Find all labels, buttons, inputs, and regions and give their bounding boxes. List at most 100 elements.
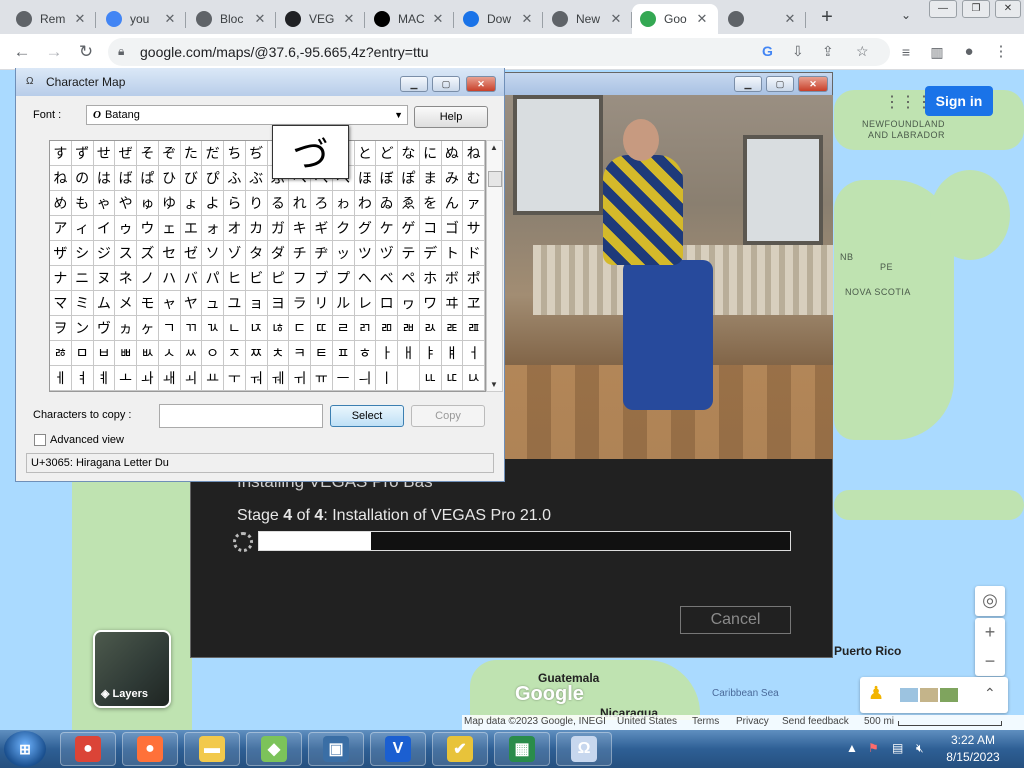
character-cell[interactable]: ㅊ [267,341,290,366]
browser-tab[interactable]: Bloc ✕ [188,4,276,34]
vegas-minimize-button[interactable]: ▁ [734,76,762,92]
close-tab-icon[interactable]: ✕ [430,11,446,27]
character-cell[interactable]: ザ [50,241,72,266]
character-cell[interactable]: タ [245,241,268,266]
character-cell[interactable]: ㄿ [463,316,485,341]
character-cell[interactable]: ㄲ [180,316,203,341]
browser-tab[interactable]: MAC ✕ [366,4,454,34]
character-cell[interactable]: ゴ [441,216,464,241]
character-cell[interactable]: ね [463,141,485,166]
font-select[interactable]: O Batang ▼ [86,105,408,125]
character-cell[interactable]: ㄱ [158,316,181,341]
character-cell[interactable]: ヱ [463,291,485,316]
character-cell[interactable]: ㅑ [419,341,442,366]
bookmark-star-icon[interactable]: ☆ [856,43,869,60]
character-cell[interactable]: ㅔ [50,366,72,391]
character-cell[interactable]: ゑ [398,191,420,216]
character-cell[interactable]: ブ [311,266,333,291]
zoom-in-button[interactable]: + [975,618,1005,647]
character-cell[interactable]: ず [71,141,94,166]
character-cell[interactable]: チ [289,241,311,266]
character-cell[interactable]: ㄴ [224,316,246,341]
terms-link[interactable]: Terms [692,716,719,727]
character-cell[interactable]: ゅ [137,191,159,216]
character-cell[interactable]: ㅎ [354,341,377,366]
character-cell[interactable]: ㅐ [398,341,420,366]
character-cell[interactable]: ヲ [50,316,72,341]
character-cell[interactable]: ヰ [441,291,464,316]
character-cell[interactable]: ひ [158,166,181,191]
privacy-link[interactable]: Privacy [736,716,769,727]
character-cell[interactable]: ㄺ [354,316,377,341]
character-cell[interactable]: ゾ [224,241,246,266]
character-cell[interactable]: ぜ [115,141,137,166]
taskbar-app-vegas[interactable]: V [370,732,426,766]
advanced-view-checkbox[interactable]: Advanced view [34,434,124,446]
character-cell[interactable]: ぶ [245,166,268,191]
charmap-minimize-button[interactable]: ▁ [400,76,428,92]
character-cell[interactable]: ㄵ [245,316,268,341]
taskbar-app-app-network[interactable]: ▦ [494,732,550,766]
character-cell[interactable]: サ [463,216,485,241]
character-cell[interactable]: ヌ [93,266,116,291]
copy-button[interactable]: Copy [411,405,485,427]
character-cell[interactable]: キ [289,216,311,241]
character-cell[interactable]: プ [332,266,355,291]
character-cell[interactable]: ェ [158,216,181,241]
character-cell[interactable]: と [354,141,377,166]
character-cell[interactable]: ボ [441,266,464,291]
back-icon[interactable]: ← [10,40,34,64]
character-cell[interactable]: に [419,141,442,166]
character-cell[interactable]: ㄼ [398,316,420,341]
character-cell[interactable]: ヂ [311,241,333,266]
clock-date[interactable]: 8/15/2023 [945,750,1001,764]
character-cell[interactable]: ぞ [158,141,181,166]
character-cell[interactable]: ぬ [441,141,464,166]
character-cell[interactable]: ア [50,216,72,241]
character-cell[interactable]: ゃ [93,191,116,216]
tab-search-icon[interactable]: ⌄ [896,8,916,28]
character-cell[interactable]: ゆ [158,191,181,216]
character-cell[interactable]: ㅓ [463,341,485,366]
share-icon[interactable]: ⇪ [822,43,834,60]
character-cell[interactable]: ㅖ [93,366,116,391]
character-cell[interactable]: カ [245,216,268,241]
close-tab-icon[interactable]: ✕ [341,11,357,27]
character-cell[interactable]: ポ [463,266,485,291]
character-cell[interactable]: ふ [224,166,246,191]
taskbar-app-chrome[interactable]: ● [60,732,116,766]
zoom-out-button[interactable]: − [975,647,1005,676]
url-text[interactable]: google.com/maps/@37.6,-95.665,4z?entry=t… [140,44,429,60]
character-cell[interactable]: ズ [137,241,159,266]
character-cell[interactable]: ㅣ [376,366,398,391]
scroll-up-icon[interactable]: ▲ [490,143,498,152]
scroll-thumb[interactable] [488,171,502,187]
character-cell[interactable]: ろ [311,191,333,216]
character-cell[interactable]: ㄻ [376,316,398,341]
address-bar[interactable]: 🔒︎ google.com/maps/@37.6,-95.665,4z?entr… [108,38,890,66]
character-cell[interactable]: よ [202,191,224,216]
country-link[interactable]: United States [617,716,677,727]
character-cell[interactable]: ㅄ [137,341,159,366]
character-cell[interactable]: ㅕ [71,366,94,391]
action-center-icon[interactable]: ⚑ [868,741,879,755]
character-cell[interactable]: パ [202,266,224,291]
character-cell[interactable]: ネ [115,266,137,291]
reload-icon[interactable]: ↻ [74,40,98,64]
character-cell[interactable]: ゐ [376,191,398,216]
clock-time[interactable]: 3:22 AM [950,733,996,747]
character-cell[interactable]: ㅙ [158,366,181,391]
character-cell[interactable]: デ [419,241,442,266]
character-cell[interactable]: セ [158,241,181,266]
character-cell[interactable]: ヴ [93,316,116,341]
character-cell[interactable]: わ [354,191,377,216]
character-cell[interactable]: ㅜ [224,366,246,391]
character-cell[interactable]: ㅁ [71,341,94,366]
character-cell[interactable]: め [50,191,72,216]
character-cell[interactable]: ㅟ [289,366,311,391]
google-lens-icon[interactable]: G [762,43,773,59]
close-window-button[interactable]: ✕ [995,0,1021,18]
character-cell[interactable]: ㅝ [245,366,268,391]
character-cell[interactable]: ㄹ [332,316,355,341]
character-cell[interactable]: び [180,166,203,191]
